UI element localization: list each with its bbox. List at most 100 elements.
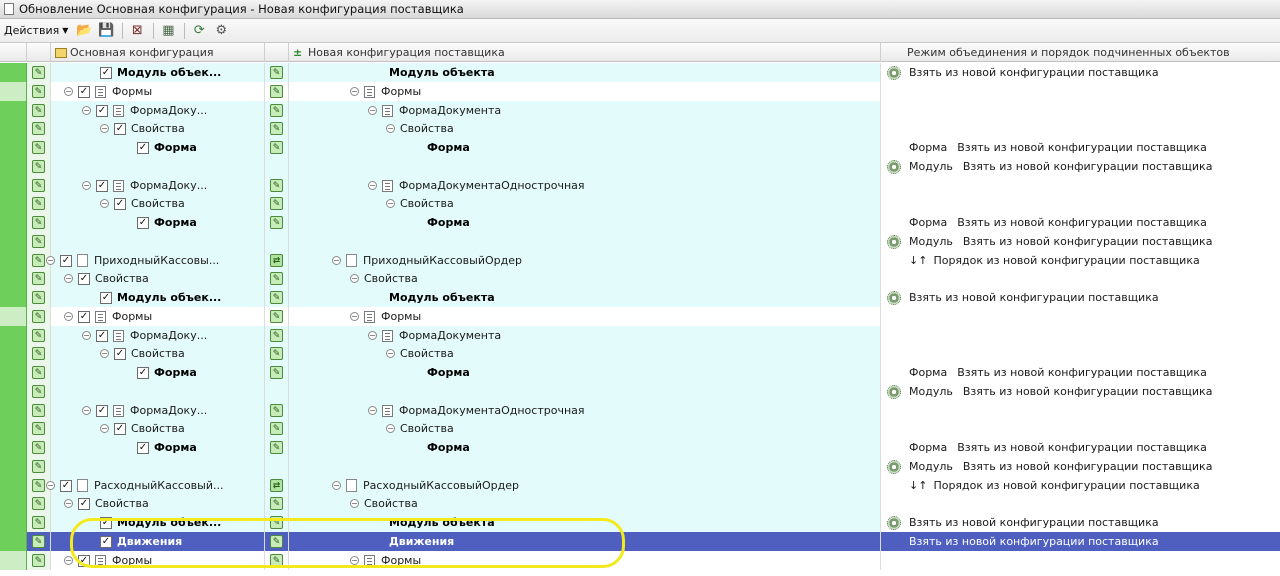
edit-pencil-icon[interactable]: ✎ [32, 404, 45, 417]
merge-action-cell[interactable]: ✎ [27, 326, 51, 345]
vendor-action-cell[interactable] [265, 232, 289, 251]
vendor-config-cell[interactable]: Форма [289, 213, 881, 232]
edit-pencil-icon[interactable]: ✎ [32, 291, 45, 304]
merge-mode-cell[interactable] [906, 307, 1280, 326]
main-config-cell[interactable]: ✓ Модуль объек... [51, 513, 265, 532]
vendor-action-cell[interactable]: ✎ [265, 513, 289, 532]
edit-pencil-icon[interactable]: ✎ [270, 516, 283, 529]
collapse-toggle-icon[interactable]: − [46, 481, 55, 490]
edit-pencil-icon[interactable]: ✎ [32, 216, 45, 229]
edit-pencil-icon[interactable]: ✎ [32, 329, 45, 342]
vendor-action-cell[interactable]: ✎ [265, 63, 289, 82]
main-config-node[interactable]: ✓ Движения [100, 532, 182, 551]
vendor-action-cell[interactable]: ✎ [265, 138, 289, 157]
merge-checkbox[interactable]: ✓ [114, 122, 126, 135]
header-main-config[interactable]: Основная конфигурация [51, 43, 265, 62]
tree-row[interactable]: ✎ ✓ Модуль объек... ✎ Модуль объекта Взять из… [0, 513, 1280, 532]
merge-action-cell[interactable]: ✎ [27, 82, 51, 101]
merge-mode-cell[interactable]: Взять из новой конфигурации поставщика [906, 63, 1280, 82]
settings-icon[interactable]: ⚙ [211, 21, 231, 41]
vendor-config-cell[interactable] [289, 457, 881, 476]
vendor-config-cell[interactable]: − Формы [289, 82, 881, 101]
main-config-node[interactable]: − ✓ РасходныйКассовый... [46, 476, 223, 495]
merge-checkbox[interactable]: ✓ [114, 347, 126, 360]
merge-action-cell[interactable]: ✎ [27, 532, 51, 551]
main-config-node[interactable]: ✓ Модуль объек... [100, 513, 221, 532]
gear-icon[interactable] [886, 159, 901, 174]
merge-action-cell[interactable]: ✎ [27, 457, 51, 476]
main-config-cell[interactable]: ✓ Форма [51, 438, 265, 457]
edit-pencil-icon[interactable]: ✎ [32, 441, 45, 454]
edit-pencil-icon[interactable]: ✎ [32, 497, 45, 510]
vendor-config-cell[interactable]: − Формы [289, 307, 881, 326]
main-config-cell[interactable]: − ✓ Свойства [51, 344, 265, 363]
main-config-cell[interactable]: ✓ Модуль объек... [51, 63, 265, 82]
tree-row[interactable]: ✎ Модуль Взять из новой конфигурации поста… [0, 157, 1280, 176]
merge-checkbox[interactable]: ✓ [96, 179, 108, 192]
merge-mode-cell[interactable]: Модуль Взять из новой конфигурации постав… [906, 382, 1280, 401]
merge-mode-cell[interactable]: Взять из новой конфигурации поставщика [906, 288, 1280, 307]
merge-checkbox[interactable]: ✓ [96, 404, 108, 417]
edit-pencil-icon[interactable]: ⇄ [270, 479, 283, 492]
edit-pencil-icon[interactable]: ✎ [270, 66, 283, 79]
edit-pencil-icon[interactable]: ✎ [270, 272, 283, 285]
edit-pencil-icon[interactable]: ✎ [270, 366, 283, 379]
merge-mode-cell[interactable]: Взять из новой конфигурации поставщика [906, 513, 1280, 532]
filter-clear-icon[interactable]: ⊠ [127, 21, 147, 41]
main-config-cell[interactable]: − ✓ ФормаДоку... [51, 101, 265, 120]
tree-row[interactable]: ✎ − ✓ ФормаДоку... ✎ − ФормаДокумента [0, 101, 1280, 120]
vendor-action-cell[interactable]: ✎ [265, 82, 289, 101]
merge-action-cell[interactable]: ✎ [27, 157, 51, 176]
main-config-node[interactable]: − ✓ Формы [64, 551, 152, 570]
header-mode[interactable]: Режим объединения и порядок подчиненных … [881, 43, 1280, 62]
collapse-toggle-icon[interactable]: − [368, 106, 377, 115]
edit-pencil-icon[interactable]: ✎ [32, 254, 45, 267]
main-config-node[interactable]: ✓ Модуль объек... [100, 288, 221, 307]
merge-checkbox[interactable]: ✓ [137, 441, 149, 454]
edit-pencil-icon[interactable]: ✎ [32, 197, 45, 210]
merge-action-cell[interactable]: ✎ [27, 288, 51, 307]
vendor-action-cell[interactable]: ⇄ [265, 251, 289, 270]
vendor-action-cell[interactable]: ✎ [265, 419, 289, 438]
merge-mode-cell[interactable]: Форма Взять из новой конфигурации поставщ… [906, 138, 1280, 157]
collapse-toggle-icon[interactable]: − [100, 424, 109, 433]
main-config-node[interactable]: ✓ Форма [137, 213, 197, 232]
merge-mode-cell[interactable] [906, 494, 1280, 513]
merge-action-cell[interactable]: ✎ [27, 138, 51, 157]
vendor-config-cell[interactable]: − Свойства [289, 344, 881, 363]
main-config-cell[interactable]: ✓ Движения [51, 532, 265, 551]
merge-mode-cell[interactable]: Модуль Взять из новой конфигурации постав… [906, 457, 1280, 476]
tree-row[interactable]: ✎ − ✓ Свойства ✎ − Свойства [0, 269, 1280, 288]
tree-row[interactable]: ✎ Модуль Взять из новой конфигурации поста… [0, 232, 1280, 251]
vendor-action-cell[interactable]: ✎ [265, 176, 289, 195]
collapse-toggle-icon[interactable]: − [350, 87, 359, 96]
edit-pencil-icon[interactable]: ✎ [270, 104, 283, 117]
merge-action-cell[interactable]: ✎ [27, 101, 51, 120]
main-config-cell[interactable]: ✓ Форма [51, 363, 265, 382]
edit-pencil-icon[interactable]: ✎ [32, 310, 45, 323]
main-config-cell[interactable]: − ✓ Формы [51, 307, 265, 326]
edit-pencil-icon[interactable]: ✎ [270, 347, 283, 360]
main-config-node[interactable]: − ✓ Свойства [64, 269, 149, 288]
main-config-cell[interactable] [51, 157, 265, 176]
tree-row[interactable]: ✎ ✓ Модуль объек... ✎ Модуль объекта Взять из… [0, 288, 1280, 307]
merge-mode-cell[interactable]: Форма Взять из новой конфигурации поставщ… [906, 438, 1280, 457]
merge-action-cell[interactable]: ✎ [27, 551, 51, 570]
collapse-toggle-icon[interactable]: − [386, 199, 395, 208]
merge-checkbox[interactable]: ✓ [78, 497, 90, 510]
gear-icon[interactable] [886, 65, 901, 80]
vendor-action-cell[interactable]: ✎ [265, 326, 289, 345]
main-config-node[interactable]: − ✓ Формы [64, 82, 152, 101]
edit-pencil-icon[interactable]: ✎ [32, 366, 45, 379]
collapse-toggle-icon[interactable]: − [82, 106, 91, 115]
vendor-config-cell[interactable] [289, 382, 881, 401]
tree-row[interactable]: ✎ ✓ Форма ✎ Форма Форма Взять из новой конфигу… [0, 438, 1280, 457]
merge-mode-cell[interactable] [906, 101, 1280, 120]
merge-mode-cell[interactable]: Взять из новой конфигурации поставщика [906, 532, 1280, 551]
edit-pencil-icon[interactable]: ✎ [32, 272, 45, 285]
tree-row[interactable]: ✎ Модуль Взять из новой конфигурации поста… [0, 382, 1280, 401]
merge-mode-cell[interactable] [906, 326, 1280, 345]
edit-pencil-icon[interactable]: ✎ [270, 535, 283, 548]
merge-action-cell[interactable]: ✎ [27, 194, 51, 213]
merge-mode-cell[interactable] [906, 344, 1280, 363]
